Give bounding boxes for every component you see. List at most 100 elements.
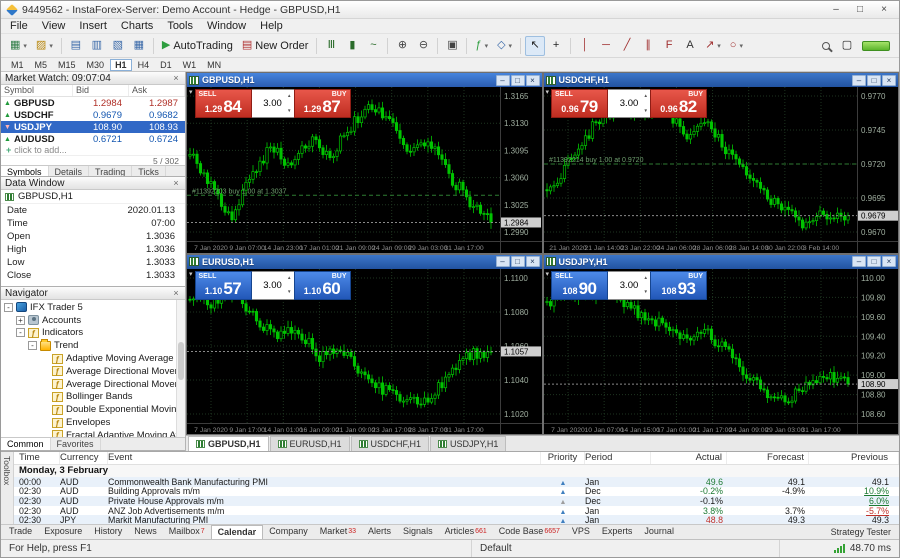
toolbox-tab-calendar[interactable]: Calendar [210, 525, 264, 539]
tree-item-ifx-trader-5[interactable]: - IFX Trader 5 [1, 301, 185, 314]
status-profile[interactable]: Default [471, 540, 779, 557]
objects-button[interactable]: ◇ ▾ [493, 36, 516, 56]
data-window-toggle-button[interactable]: ▥ [87, 36, 107, 56]
tree-item-envelopes[interactable]: ƒ Envelopes [1, 416, 185, 429]
spinner-down-icon[interactable]: ▼ [644, 289, 648, 295]
menu-window[interactable]: Window [200, 19, 253, 34]
calendar-column-actual[interactable]: Actual [651, 452, 727, 464]
chart-tab-gbpusd-h1[interactable]: GBPUSD,H1 [188, 436, 269, 451]
close-icon[interactable]: × [171, 287, 181, 299]
chart-area[interactable]: #11392203 buy 1.00 at 1.3037 1.3165 1.3130… [187, 87, 542, 253]
chart-restore-button[interactable]: □ [510, 256, 525, 267]
close-icon[interactable]: × [171, 177, 181, 189]
chart-close-button[interactable]: × [882, 256, 896, 267]
new-chart-button[interactable]: ▦ ▾ [6, 36, 31, 56]
toolbox-side-tab[interactable]: Toolbox [1, 452, 14, 524]
chart-tab-eurusd-h1[interactable]: EURUSD,H1 [269, 436, 350, 451]
tree-item-fractal-adaptive-moving-aver[interactable]: ƒ Fractal Adaptive Moving Aver [1, 429, 185, 437]
chart-area[interactable]: 110.00 109.80 109.60 109.40 109.20 109.00 108.… [543, 268, 899, 435]
buy-button[interactable]: BUY 1.10 60 [293, 270, 351, 300]
navigator-tab-favorites[interactable]: Favorites [51, 438, 101, 450]
spinner-up-icon[interactable]: ▲ [287, 275, 291, 281]
menu-view[interactable]: View [35, 19, 73, 34]
line-chart-button[interactable]: ~ [363, 36, 383, 56]
menu-insert[interactable]: Insert [72, 19, 114, 34]
market-watch-column-symbol[interactable]: Symbol [1, 85, 73, 96]
equidistant-channel-button[interactable]: ∥ [638, 36, 658, 56]
chart-restore-button[interactable]: □ [867, 74, 881, 86]
toolbox-tab-company[interactable]: Company [263, 525, 314, 539]
chart-window-titlebar[interactable]: GBPUSD,H1 – □ × [187, 73, 542, 87]
toolbox-tab-alerts[interactable]: Alerts [362, 525, 397, 539]
add-symbol-row[interactable]: + click to add... [1, 145, 185, 155]
timeframe-m15-button[interactable]: M15 [53, 59, 81, 71]
tree-item-indicators[interactable]: - ƒ Indicators [1, 327, 185, 340]
timeframe-h1-button[interactable]: H1 [110, 58, 132, 71]
spinner-down-icon[interactable]: ▼ [644, 108, 648, 114]
trendline-button[interactable]: ╱ [617, 36, 637, 56]
market-watch-tab-details[interactable]: Details [49, 166, 90, 176]
data-window-header[interactable]: Data Window × [1, 177, 185, 190]
market-watch-row-gbpusd[interactable]: ▲ GBPUSD 1.2984 1.2987 [1, 97, 185, 109]
tree-item-average-directional-movement[interactable]: ƒ Average Directional Movement [1, 378, 185, 391]
bar-chart-button[interactable]: Ⅲ [321, 36, 341, 56]
market-watch-tab-ticks[interactable]: Ticks [132, 166, 166, 176]
indicators-button[interactable]: ƒ ▾ [471, 36, 492, 56]
chart-minimize-button[interactable]: – [495, 74, 510, 86]
fibonacci-button[interactable]: F [659, 36, 679, 56]
window-minimize-button[interactable]: – [825, 3, 847, 17]
toolbox-tab-market[interactable]: Market 33 [314, 525, 362, 539]
zoom-in-button[interactable]: ⊕ [392, 36, 412, 56]
timeframe-w1-button[interactable]: W1 [178, 59, 202, 71]
chart-close-button[interactable]: × [525, 256, 540, 267]
toolbox-tab-experts[interactable]: Experts [596, 525, 639, 539]
chart-minimize-button[interactable]: – [495, 256, 510, 267]
timeframe-m1-button[interactable]: M1 [6, 59, 29, 71]
toolbox-toggle-button[interactable]: ▦ [129, 36, 149, 56]
tree-item-bollinger-bands[interactable]: ƒ Bollinger Bands [1, 391, 185, 404]
toolbox-tab-history[interactable]: History [88, 525, 128, 539]
horizontal-line-button[interactable]: ─ [596, 36, 616, 56]
volume-input[interactable]: 3.00 ▲ ▼ [251, 270, 294, 300]
toolbox-tab-news[interactable]: News [128, 525, 163, 539]
shapes-button[interactable]: ○ ▾ [726, 36, 747, 56]
toolbox-tab-journal[interactable]: Journal [638, 525, 680, 539]
window-titlebar[interactable]: 9449562 - InstaForex-Server: Demo Accoun… [1, 1, 899, 19]
menu-help[interactable]: Help [253, 19, 290, 34]
volume-input[interactable]: 3.00 ▲ ▼ [608, 89, 651, 118]
profiles-button[interactable]: ▨ ▾ [32, 36, 57, 56]
market-watch-toggle-button[interactable]: ▤ [66, 36, 86, 56]
chart-close-button[interactable]: × [882, 74, 896, 86]
menu-tools[interactable]: Tools [160, 19, 200, 34]
market-watch-row-usdchf[interactable]: ▲ USDCHF 0.9679 0.9682 [1, 109, 185, 121]
chart-area[interactable]: #11392214 buy 1.00 at 0.9720 0.9770 0.9745… [543, 87, 899, 253]
collapse-panel-icon[interactable]: ▾ [546, 271, 550, 279]
chart-tab-usdjpy-h1[interactable]: USDJPY,H1 [430, 436, 507, 451]
vertical-line-button[interactable]: │ [575, 36, 595, 56]
collapse-icon[interactable]: - [16, 328, 25, 338]
chart-minimize-button[interactable]: – [852, 74, 866, 86]
toolbox-tab-vps[interactable]: VPS [566, 525, 596, 539]
expand-icon[interactable]: + [16, 315, 25, 325]
crosshair-button[interactable]: + [546, 36, 566, 56]
toolbox-tab-exposure[interactable]: Exposure [38, 525, 88, 539]
sell-button[interactable]: SELL 108 90 [551, 270, 609, 300]
calendar-column-priority[interactable]: Priority [541, 452, 585, 464]
timeframe-d1-button[interactable]: D1 [155, 59, 177, 71]
toolbox-tab-articles[interactable]: Articles 661 [439, 525, 493, 539]
tree-item-double-exponential-moving-av[interactable]: ƒ Double Exponential Moving Av [1, 403, 185, 416]
navigator-toggle-button[interactable]: ▧ [108, 36, 128, 56]
volume-input[interactable]: 3.00 ▲ ▼ [251, 89, 294, 118]
close-icon[interactable]: × [171, 72, 181, 84]
spinner-up-icon[interactable]: ▲ [644, 275, 648, 281]
chart-minimize-button[interactable]: – [852, 256, 866, 267]
tree-item-average-directional-movement[interactable]: ƒ Average Directional Movement [1, 365, 185, 378]
zoom-out-button[interactable]: ⊖ [413, 36, 433, 56]
timeframe-mn-button[interactable]: MN [202, 59, 226, 71]
search-button[interactable] [816, 36, 836, 56]
calendar-row-private-house-approvals-m-m[interactable]: 02:30 AUD Private House Approvals m/m ▲ Dec -… [14, 496, 899, 506]
timeframe-h4-button[interactable]: H4 [133, 59, 155, 71]
chart-area[interactable]: 1.11001.10801.10601.10401.10201.10577 Ja… [187, 268, 542, 435]
navigator-tab-common[interactable]: Common [1, 438, 51, 450]
text-label-button[interactable]: A [680, 36, 700, 56]
